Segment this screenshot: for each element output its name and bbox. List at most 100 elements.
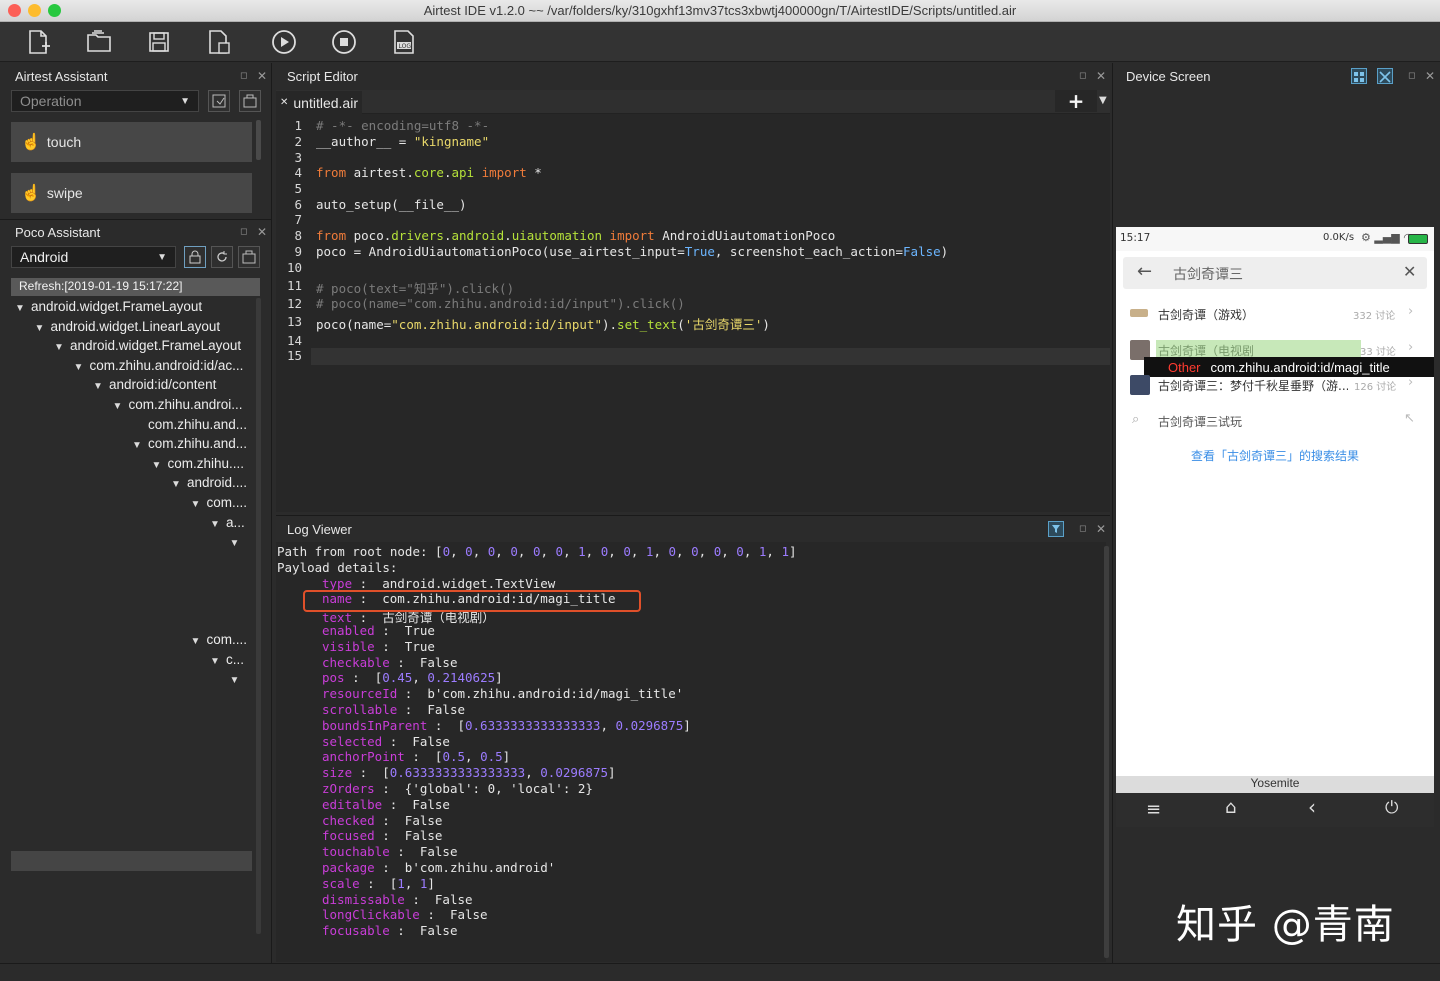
stop-icon [332,30,356,54]
back-arrow-icon[interactable]: ← [1137,261,1152,282]
touch-button[interactable]: ☝ touch [11,122,252,162]
code-line[interactable]: # poco(text="知乎").click() [316,278,514,297]
tree-node[interactable]: ▼ com.zhihu.androi... [113,397,243,416]
expand-triangle-icon[interactable]: ▼ [230,675,246,686]
code-line[interactable]: poco(name="com.zhihu.android:id/input").… [316,314,770,333]
tree-node[interactable]: ▼ com.... [191,632,248,651]
device-layout-button[interactable] [1351,68,1367,84]
code-line[interactable]: auto_setup(__file__) [316,197,467,212]
tree-hscrollbar[interactable] [11,851,252,871]
clear-search-icon[interactable]: ✕ [1403,262,1416,281]
code-line[interactable]: poco = AndroidUiautomationPoco(use_airte… [316,244,948,259]
search-result-item[interactable]: 古剑奇谭（游戏） 332 讨论 › [1116,297,1434,331]
expand-triangle-icon[interactable]: ▼ [113,401,129,412]
menu-icon[interactable]: ≡ [1146,799,1161,820]
close-panel-icon[interactable]: ✕ [1425,69,1435,83]
search-input[interactable]: 古剑奇谭三 [1173,264,1243,284]
tab-untitled-air[interactable]: ✕ untitled.air [276,91,362,114]
open-script-button[interactable] [84,27,114,57]
expand-triangle-icon[interactable]: ▼ [35,323,51,334]
expand-triangle-icon[interactable]: ▼ [210,519,226,530]
close-tab-icon[interactable]: ✕ [280,97,288,108]
search-result-item[interactable]: 古剑奇谭三：梦付千秋星垂野（游... 126 讨论 › [1116,372,1434,402]
device-tools-button[interactable] [1377,68,1393,84]
run-script-button[interactable] [269,27,299,57]
poco-record-button[interactable] [238,246,260,268]
hand-pointer-icon: ☝ [21,134,41,151]
expand-triangle-icon[interactable]: ▼ [132,440,148,451]
tree-node[interactable]: ▼ c... [210,652,244,671]
tree-node[interactable]: ▼ [230,671,246,690]
save-as-button[interactable] [204,27,234,57]
float-panel-icon[interactable]: ◻ [1079,71,1086,81]
float-panel-icon[interactable]: ◻ [1408,71,1415,81]
search-bar[interactable]: ← 古剑奇谭三 ✕ [1123,257,1427,289]
float-panel-icon[interactable]: ◻ [240,227,247,237]
fill-arrow-icon[interactable]: ↖ [1404,411,1415,426]
float-panel-icon[interactable]: ◻ [240,71,247,81]
code-line[interactable]: from poco.drivers.android.uiautomation i… [316,228,835,243]
tree-node[interactable]: ▼ com.zhihu.... [152,456,245,475]
lock-ui-button[interactable] [184,246,206,268]
expand-triangle-icon[interactable]: ▼ [171,479,187,490]
expand-triangle-icon[interactable]: ▼ [54,342,70,353]
float-panel-icon[interactable]: ◻ [1079,524,1086,534]
tree-node[interactable]: ▼ a... [210,515,245,534]
expand-triangle-icon[interactable]: ▼ [15,303,31,314]
operation-dropdown[interactable]: Operation ▼ [11,90,199,112]
new-script-button[interactable] [24,27,54,57]
back-icon[interactable]: ‹ [1308,795,1316,819]
code-line[interactable]: # -*- encoding=utf8 -*- [316,118,489,133]
swipe-button[interactable]: ☝ swipe [11,173,252,213]
tree-node[interactable]: com.zhihu.and... [132,417,247,436]
tab-menu-chevron-icon[interactable]: ▼ [1099,95,1107,106]
tree-node-label: com.zhihu.android:id/ac... [89,357,244,373]
tree-node[interactable]: ▼ com.zhihu.and... [132,436,247,455]
status-bar: 15:17 0.0K/s ⚙ ▂▄▆ ◠ [1116,227,1434,251]
tree-vscrollbar[interactable] [256,298,261,934]
close-panel-icon[interactable]: ✕ [257,69,267,83]
close-panel-icon[interactable]: ✕ [1096,69,1106,83]
expand-triangle-icon[interactable]: ▼ [93,381,109,392]
search-all-link[interactable]: 查看「古剑奇谭三」的搜索结果 [1116,447,1434,464]
log-vscrollbar[interactable] [1104,546,1109,958]
new-tab-button[interactable]: + [1055,89,1097,113]
expand-triangle-icon[interactable]: ▼ [191,636,207,647]
device-screen-view[interactable]: 15:17 0.0K/s ⚙ ▂▄▆ ◠ ← 古剑奇谭三 ✕ 古剑奇谭（游戏） … [1116,227,1434,827]
save-script-button[interactable] [144,27,174,57]
close-panel-icon[interactable]: ✕ [1096,522,1106,536]
expand-triangle-icon[interactable]: ▼ [74,362,90,373]
expand-triangle-icon[interactable]: ▼ [152,460,168,471]
log-filter-button[interactable] [1048,521,1064,537]
operation-scrollbar[interactable] [256,120,261,160]
poco-mode-dropdown[interactable]: Android ▼ [11,246,176,268]
code-line[interactable]: __author__ = "kingname" [316,134,489,149]
tree-node[interactable]: ▼ android:id/content [93,377,216,396]
home-icon[interactable]: ⌂ [1225,797,1236,818]
expand-triangle-icon[interactable]: ▼ [191,499,207,510]
new-file-icon [29,30,50,54]
search-suggestion-item[interactable]: ⌕ 古剑奇谭三试玩 ↖ [1116,407,1434,437]
expand-triangle-icon[interactable]: ▼ [210,656,226,667]
tree-node[interactable]: ▼ android.widget.LinearLayout [35,319,221,338]
close-panel-icon[interactable]: ✕ [257,225,267,239]
chevron-right-icon: › [1408,304,1414,319]
tree-node[interactable]: ▼ com.zhihu.android:id/ac... [74,358,244,377]
payload-field: scrollable : False [322,702,466,717]
power-icon[interactable]: ⏻ [1385,798,1398,818]
tree-node[interactable]: ▼ [230,534,246,553]
view-log-button[interactable]: LOG [389,27,419,57]
stop-script-button[interactable] [329,27,359,57]
tree-node[interactable]: ▼ android.widget.FrameLayout [54,338,241,357]
tree-node[interactable]: ▼ com.... [191,495,248,514]
code-editor[interactable]: 1 # -*- encoding=utf8 -*- 2 __author__ = "k… [276,114,1110,512]
expand-triangle-icon[interactable]: ▼ [230,538,246,549]
tree-node[interactable]: ▼ android.... [171,475,247,494]
code-line[interactable]: # poco(name="com.zhihu.android:id/input"… [316,296,685,311]
code-line[interactable]: from airtest.core.api import * [316,165,542,180]
inspect-button[interactable] [239,90,261,112]
payload-field: size : [0.6333333333333333, 0.0296875] [322,765,616,781]
refresh-tree-button[interactable] [211,246,233,268]
tree-node[interactable]: ▼ android.widget.FrameLayout [15,299,202,318]
record-screen-button[interactable] [208,90,230,112]
